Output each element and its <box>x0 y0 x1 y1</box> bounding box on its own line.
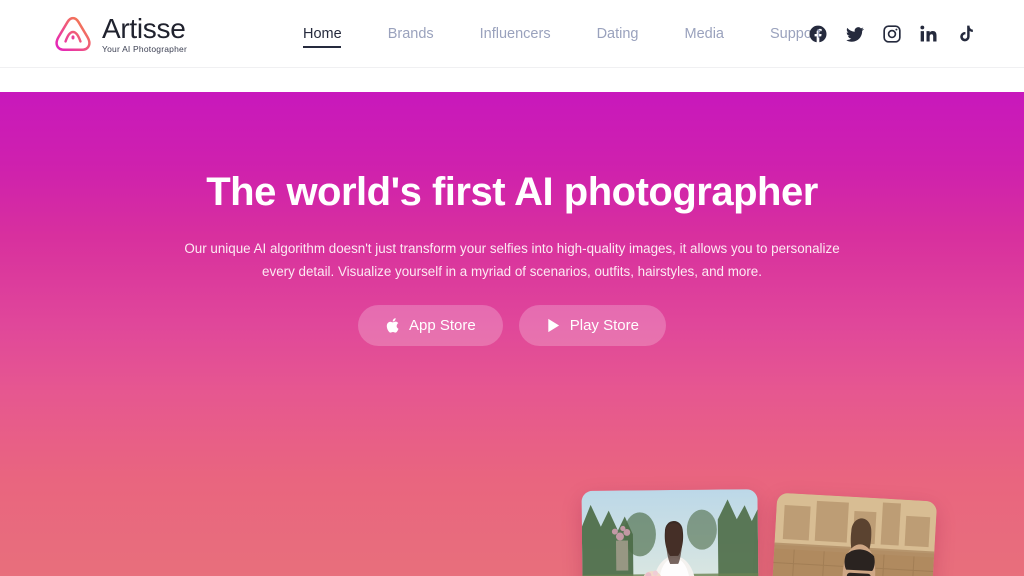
photo-card-bride[interactable] <box>581 489 759 576</box>
hero-title: The world's first AI photographer <box>206 170 818 214</box>
site-header: Artisse Your AI Photographer Home Brands… <box>0 0 1024 68</box>
photo-card-sepia[interactable] <box>770 492 938 576</box>
brand-tagline: Your AI Photographer <box>102 43 187 54</box>
header-bottom-spacer <box>0 68 1024 92</box>
nav-item-dating[interactable]: Dating <box>574 0 662 68</box>
hero-section: The world's first AI photographer Our un… <box>0 92 1024 576</box>
nav-item-influencers[interactable]: Influencers <box>457 0 574 68</box>
brand-logo[interactable]: Artisse Your AI Photographer <box>52 13 187 55</box>
brand-name: Artisse <box>102 12 186 44</box>
nav-item-media[interactable]: Media <box>662 0 748 68</box>
twitter-icon[interactable] <box>845 24 865 44</box>
linkedin-icon[interactable] <box>919 24 939 44</box>
apple-icon <box>385 317 400 334</box>
play-triangle-icon <box>546 317 561 334</box>
social-links <box>808 0 976 68</box>
app-store-button[interactable]: App Store <box>358 305 503 346</box>
facebook-icon[interactable] <box>808 24 828 44</box>
nav-item-brands[interactable]: Brands <box>365 0 457 68</box>
instagram-icon[interactable] <box>882 24 902 44</box>
hero-cta-row: App Store Play Store <box>0 305 1024 346</box>
artisse-triangle-logo-icon <box>52 13 94 55</box>
nav-item-home[interactable]: Home <box>303 0 365 68</box>
play-store-label: Play Store <box>569 317 639 334</box>
app-store-label: App Store <box>409 317 476 334</box>
tiktok-icon[interactable] <box>956 24 976 44</box>
play-store-button[interactable]: Play Store <box>518 305 666 346</box>
main-navigation: Home Brands Influencers Dating Media Sup… <box>303 0 844 68</box>
hero-subtitle: Our unique AI algorithm doesn't just tra… <box>184 241 840 280</box>
